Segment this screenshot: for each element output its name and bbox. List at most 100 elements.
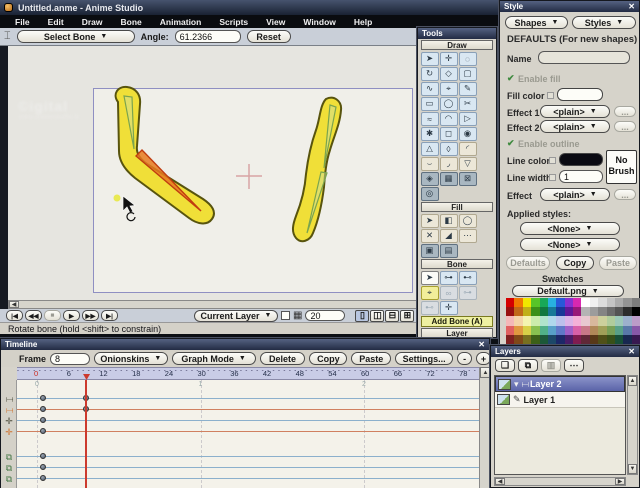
menu-item-draw[interactable]: Draw: [73, 17, 112, 27]
draw-tool-20-button[interactable]: ◊: [439, 141, 458, 156]
swatch-3-1[interactable]: [514, 325, 523, 335]
applied-style2-dropdown[interactable]: <None> ▼: [520, 238, 620, 251]
swatch-3-6[interactable]: [556, 325, 565, 335]
effect-dropdown[interactable]: <plain> ▼: [540, 188, 610, 201]
swatch-1-11[interactable]: [598, 307, 607, 317]
graph-mode-dropdown[interactable]: Graph Mode ▼: [171, 352, 256, 365]
swatch-0-5[interactable]: [547, 298, 557, 308]
swatch-3-10[interactable]: [589, 325, 599, 335]
keyframe-dot[interactable]: [40, 395, 46, 401]
swatch-1-4[interactable]: [539, 307, 548, 317]
step-back-button[interactable]: ◀◀: [25, 310, 42, 321]
swatch-2-12[interactable]: [606, 316, 615, 326]
layer-row-layer-2[interactable]: ▾ ⌶ Layer 2: [495, 376, 625, 392]
draw-tool-23-button[interactable]: ◞: [439, 156, 458, 171]
bone-tool-7-button[interactable]: ⊷: [420, 300, 439, 315]
swatch-2-14[interactable]: [623, 316, 632, 326]
zoom-in-timeline-button[interactable]: +: [476, 352, 492, 365]
swatch-2-11[interactable]: [598, 316, 607, 326]
line-color-anim-checkbox[interactable]: [549, 157, 556, 164]
close-icon[interactable]: ✕: [478, 340, 485, 349]
swatch-2-13[interactable]: [614, 316, 624, 326]
playhead-line[interactable]: [85, 380, 88, 488]
swatches-file-dropdown[interactable]: Default.png ▼: [512, 285, 624, 297]
swatch-3-4[interactable]: [539, 325, 548, 335]
layer-visibility-thumbnail[interactable]: [498, 378, 511, 390]
layers-vertical-scrollbar[interactable]: ▲ ▼: [627, 375, 638, 475]
swatch-3-0[interactable]: [506, 325, 515, 335]
fill-tool-3-button[interactable]: ◯: [458, 213, 477, 228]
timeline-titlebar[interactable]: Timeline ✕: [1, 339, 489, 350]
swatch-0-3[interactable]: [531, 298, 540, 308]
swatch-1-1[interactable]: [514, 307, 523, 317]
name-input[interactable]: [538, 51, 630, 64]
go-to-start-button[interactable]: |◀: [6, 310, 23, 321]
swatch-2-6[interactable]: [556, 316, 565, 326]
draw-tool-14-button[interactable]: ◠: [439, 111, 458, 126]
swatch-3-14[interactable]: [623, 325, 632, 335]
swatch-0-0[interactable]: [506, 298, 515, 308]
menu-item-edit[interactable]: Edit: [39, 17, 73, 27]
close-icon[interactable]: ✕: [628, 2, 635, 11]
bone-tool-2-button[interactable]: ⊶: [439, 270, 458, 285]
applied-style1-dropdown[interactable]: <None> ▼: [520, 222, 620, 235]
draw-tool-12-button[interactable]: ✂: [458, 96, 477, 111]
current-layer-dropdown[interactable]: Current Layer ▼: [194, 309, 278, 322]
duplicate-layer-button[interactable]: ⧉: [518, 359, 538, 372]
swatch-0-6[interactable]: [556, 298, 565, 308]
fill-color-anim-checkbox[interactable]: [547, 92, 554, 99]
swatch-4-0[interactable]: [506, 334, 515, 344]
close-icon[interactable]: ✕: [628, 347, 635, 356]
keyframe-dot[interactable]: [40, 464, 46, 470]
bone-tool-1-button[interactable]: ➤: [420, 270, 439, 285]
draw-tool-7-button[interactable]: ∿: [420, 81, 439, 96]
quad-view-button[interactable]: ⊞: [400, 309, 415, 322]
fill-tool-5-button[interactable]: ◢: [439, 228, 458, 243]
swatch-0-1[interactable]: [514, 298, 523, 308]
draw-tool-13-button[interactable]: ≈: [420, 111, 439, 126]
scroll-left-arrow[interactable]: ◀: [495, 478, 505, 485]
draw-tool-4-button[interactable]: ↻: [420, 66, 439, 81]
swatch-1-13[interactable]: [614, 307, 624, 317]
swatch-0-2[interactable]: [522, 298, 532, 308]
menu-item-animation[interactable]: Animation: [151, 17, 211, 27]
swatch-1-3[interactable]: [531, 307, 540, 317]
fill-tool-6-button[interactable]: ⋯: [458, 228, 477, 243]
line-color-swatch[interactable]: [559, 153, 603, 166]
draw-tool-6-button[interactable]: ▢: [458, 66, 477, 81]
draw-tool-11-button[interactable]: ◯: [439, 96, 458, 111]
paste-keyframe-button[interactable]: Paste: [351, 352, 392, 365]
effect1-dropdown[interactable]: <plain> ▼: [540, 105, 610, 118]
swatch-1-6[interactable]: [556, 307, 565, 317]
draw-tool-19-button[interactable]: △: [420, 141, 439, 156]
draw-tool-15-button[interactable]: ▷: [458, 111, 477, 126]
draw-tool-1-button[interactable]: ➤: [420, 51, 439, 66]
swatch-0-4[interactable]: [539, 298, 548, 308]
swatch-4-14[interactable]: [623, 334, 632, 344]
effect2-dropdown[interactable]: <plain> ▼: [540, 120, 610, 133]
swatch-4-15[interactable]: [631, 334, 640, 344]
menu-item-window[interactable]: Window: [294, 17, 345, 27]
effect1-options-button[interactable]: ...: [614, 106, 636, 117]
keyframe-dot[interactable]: [40, 417, 46, 423]
draw-tool-22-button[interactable]: ⌣: [420, 156, 439, 171]
swatch-4-9[interactable]: [581, 334, 590, 344]
swatch-1-7[interactable]: [564, 307, 573, 317]
swatch-0-7[interactable]: [564, 298, 573, 308]
swatch-1-8[interactable]: [573, 307, 582, 317]
bone-tool-5-button[interactable]: ∞: [439, 285, 458, 300]
expander-icon[interactable]: ▾: [514, 379, 519, 390]
swatch-1-10[interactable]: [589, 307, 599, 317]
swatch-3-9[interactable]: [581, 325, 590, 335]
swatch-3-15[interactable]: [631, 325, 640, 335]
keyframe-dot[interactable]: [40, 475, 46, 481]
scroll-left-arrow[interactable]: ◀: [9, 301, 19, 308]
bone-tool-8-button[interactable]: ✛: [439, 300, 458, 315]
new-layer-button[interactable]: ❏: [495, 359, 515, 372]
copy-style-button[interactable]: Copy: [556, 256, 594, 270]
step-forward-button[interactable]: ▶▶: [82, 310, 99, 321]
keyframe-dot[interactable]: [40, 406, 46, 412]
swatch-3-2[interactable]: [522, 325, 532, 335]
draw-tool-27-button[interactable]: ⊠: [458, 171, 477, 186]
style-panel-titlebar[interactable]: Style ✕: [500, 1, 639, 12]
